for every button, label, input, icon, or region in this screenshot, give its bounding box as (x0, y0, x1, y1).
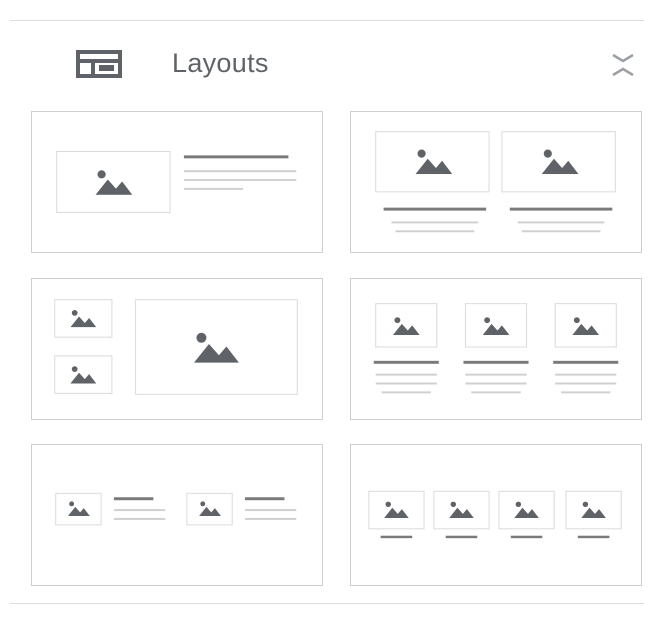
image-placeholder-icon (199, 501, 221, 516)
image-placeholder-icon (514, 501, 539, 518)
image-placeholder-frame (565, 490, 622, 530)
text-line (381, 391, 431, 394)
image-placeholder-icon (482, 317, 510, 335)
layout-three-columns[interactable] (350, 278, 642, 420)
image-placeholder-frame (186, 492, 233, 526)
heading-line (463, 360, 529, 364)
text-line (183, 170, 297, 173)
image-placeholder-frame (464, 303, 528, 348)
text-line (113, 509, 166, 512)
text-line (391, 221, 479, 224)
image-placeholder-icon (95, 170, 133, 195)
image-placeholder-icon (67, 501, 90, 516)
text-line (465, 373, 527, 376)
image-placeholder-frame (135, 299, 298, 395)
image-placeholder-frame (368, 490, 425, 530)
heading-line (380, 535, 413, 539)
bottom-divider (10, 603, 644, 604)
image-placeholder-icon (541, 149, 579, 175)
text-line (245, 509, 297, 512)
text-line (183, 179, 297, 182)
heading-line (553, 360, 619, 364)
heading-line (373, 360, 439, 364)
text-line (517, 221, 605, 224)
layout-two-image-text-pairs[interactable] (31, 444, 323, 586)
text-line (465, 382, 527, 385)
text-line (555, 373, 617, 376)
layouts-icon (76, 50, 122, 78)
heading-line (183, 155, 289, 159)
layout-two-small-one-large[interactable] (31, 278, 323, 420)
collapse-chevrons-icon[interactable] (606, 50, 640, 80)
image-placeholder-icon (581, 501, 606, 518)
image-placeholder-frame (433, 490, 490, 530)
image-placeholder-frame (375, 131, 490, 193)
image-placeholder-icon (572, 317, 600, 335)
image-placeholder-frame (54, 299, 113, 338)
panel-title: Layouts (172, 48, 269, 78)
heading-line (509, 207, 613, 211)
image-placeholder-frame (375, 303, 438, 348)
heading-line (113, 497, 154, 501)
layouts-panel-header[interactable]: Layouts (0, 22, 654, 104)
text-line (183, 187, 244, 190)
text-line (245, 517, 297, 520)
layout-image-left-text-right[interactable] (31, 111, 323, 253)
image-placeholder-icon (384, 501, 409, 518)
heading-line (383, 207, 487, 211)
image-placeholder-frame (501, 131, 616, 193)
image-placeholder-frame (56, 150, 171, 214)
layout-two-columns[interactable] (350, 111, 642, 253)
text-line (521, 230, 601, 233)
text-line (375, 382, 437, 385)
heading-line (510, 535, 543, 539)
heading-line (445, 535, 478, 539)
text-line (395, 230, 475, 233)
image-placeholder-frame (498, 490, 555, 530)
image-placeholder-icon (415, 149, 453, 175)
image-placeholder-frame (554, 303, 617, 348)
layout-four-columns[interactable] (350, 444, 642, 586)
text-line (375, 373, 437, 376)
image-placeholder-icon (70, 366, 97, 384)
image-placeholder-frame (54, 355, 113, 394)
image-placeholder-frame (55, 492, 102, 526)
image-placeholder-icon (70, 310, 97, 328)
text-line (555, 382, 617, 385)
image-placeholder-icon (392, 317, 420, 335)
image-placeholder-icon (449, 501, 474, 518)
image-placeholder-icon (193, 332, 239, 363)
top-divider (10, 20, 644, 21)
text-line (561, 391, 611, 394)
text-line (471, 391, 521, 394)
heading-line (577, 535, 610, 539)
text-line (113, 517, 166, 520)
heading-line (245, 497, 285, 501)
